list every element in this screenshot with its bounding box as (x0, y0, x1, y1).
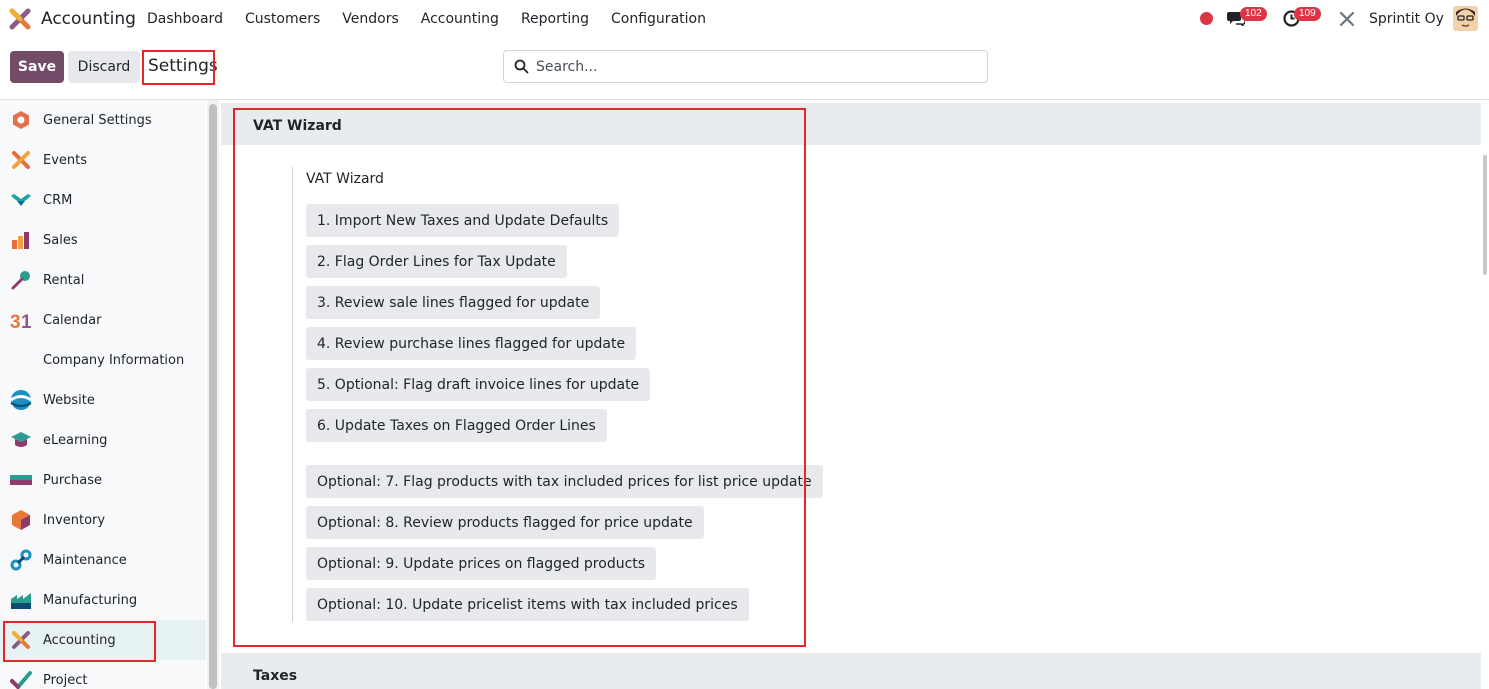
sidebar-scrollbar-thumb[interactable] (209, 104, 217, 689)
wizard-step-8-button[interactable]: Optional: 8. Review products flagged for… (306, 506, 704, 539)
sidebar-item-project[interactable]: Project (0, 660, 206, 689)
user-avatar[interactable] (1453, 6, 1478, 31)
wizard-step-1-button[interactable]: 1. Import New Taxes and Update Defaults (306, 204, 620, 237)
menu-dashboard[interactable]: Dashboard (147, 11, 223, 27)
events-icon (12, 151, 30, 169)
sidebar-item-sales[interactable]: Sales (0, 220, 206, 260)
wizard-step-4-button[interactable]: 4. Review purchase lines flagged for upd… (306, 327, 637, 360)
content-scrollbar-thumb[interactable] (1483, 155, 1487, 275)
sidebar-item-events[interactable]: Events (0, 140, 206, 180)
elearning-icon (11, 432, 31, 447)
wizard-step-7-button[interactable]: Optional: 7. Flag products with tax incl… (306, 465, 823, 498)
recording-indicator-icon[interactable] (1200, 12, 1213, 25)
search-box[interactable] (503, 50, 988, 83)
sidebar-item-company-information[interactable]: Company Information (0, 340, 206, 380)
general-settings-icon (13, 111, 29, 129)
calendar-icon: 31 (10, 312, 32, 331)
vat-wizard-label: VAT Wizard (306, 171, 384, 187)
website-icon (10, 390, 32, 410)
svg-text:3: 3 (10, 312, 21, 331)
rental-icon (11, 271, 30, 290)
search-input[interactable] (536, 51, 976, 82)
activities-badge: 109 (1294, 7, 1321, 21)
wizard-step-5-button[interactable]: 5. Optional: Flag draft invoice lines fo… (306, 368, 651, 401)
sidebar-item-purchase[interactable]: Purchase (0, 460, 206, 500)
control-panel: Save Discard Settings (0, 38, 1489, 100)
settings-sidebar: General Settings Events CRM Sales Rental… (0, 100, 206, 689)
wizard-step-9-button[interactable]: Optional: 9. Update prices on flagged pr… (306, 547, 657, 580)
sidebar-item-calendar[interactable]: 31 Calendar (0, 300, 206, 340)
sales-icon (12, 232, 29, 249)
company-switcher[interactable]: Sprintit Oy (1369, 11, 1444, 27)
menu-vendors[interactable]: Vendors (342, 11, 398, 27)
section-header-taxes: Taxes (221, 653, 1482, 689)
sidebar-item-accounting[interactable]: Accounting (0, 620, 206, 660)
wizard-step-2-button[interactable]: 2. Flag Order Lines for Tax Update (306, 245, 567, 278)
inventory-icon (12, 510, 30, 530)
section-title-taxes: Taxes (253, 668, 298, 684)
main-menu: Dashboard Customers Vendors Accounting R… (147, 11, 728, 27)
section-header-vat-wizard: VAT Wizard (221, 103, 1482, 145)
sidebar-item-inventory[interactable]: Inventory (0, 500, 206, 540)
sidebar-item-elearning[interactable]: eLearning (0, 420, 206, 460)
sidebar-item-manufacturing[interactable]: Manufacturing (0, 580, 206, 620)
debug-tools-icon[interactable] (1339, 11, 1355, 27)
menu-customers[interactable]: Customers (245, 11, 320, 27)
search-icon (514, 59, 529, 74)
section-title: VAT Wizard (253, 118, 342, 134)
app-title[interactable]: Accounting (41, 9, 136, 29)
page-title: Settings (148, 56, 218, 76)
svg-text:1: 1 (21, 312, 32, 331)
sidebar-item-general-settings[interactable]: General Settings (0, 100, 206, 140)
menu-accounting[interactable]: Accounting (421, 11, 499, 27)
accounting-icon (12, 631, 30, 649)
project-icon (10, 671, 32, 689)
settings-content: VAT Wizard VAT Wizard 1. Import New Taxe… (221, 100, 1489, 689)
purchase-icon (10, 475, 32, 485)
messages-badge: 102 (1240, 7, 1267, 21)
wizard-step-10-button[interactable]: Optional: 10. Update pricelist items wit… (306, 588, 749, 621)
sidebar-item-maintenance[interactable]: Maintenance (0, 540, 206, 580)
content-scrollbar[interactable] (1481, 100, 1489, 689)
save-button[interactable]: Save (10, 51, 64, 83)
sidebar-item-website[interactable]: Website (0, 380, 206, 420)
manufacturing-icon (11, 593, 31, 609)
sidebar-item-rental[interactable]: Rental (0, 260, 206, 300)
discard-button[interactable]: Discard (68, 51, 140, 83)
menu-configuration[interactable]: Configuration (611, 11, 706, 27)
wizard-step-6-button[interactable]: 6. Update Taxes on Flagged Order Lines (306, 409, 607, 442)
crm-icon (11, 194, 31, 206)
menu-reporting[interactable]: Reporting (521, 11, 589, 27)
maintenance-icon (10, 549, 32, 571)
wizard-step-3-button[interactable]: 3. Review sale lines flagged for update (306, 286, 601, 319)
top-navbar: Accounting Dashboard Customers Vendors A… (0, 0, 1489, 38)
sidebar-item-crm[interactable]: CRM (0, 180, 206, 220)
accounting-app-icon[interactable] (9, 8, 31, 30)
sidebar-scrollbar[interactable] (207, 100, 219, 689)
